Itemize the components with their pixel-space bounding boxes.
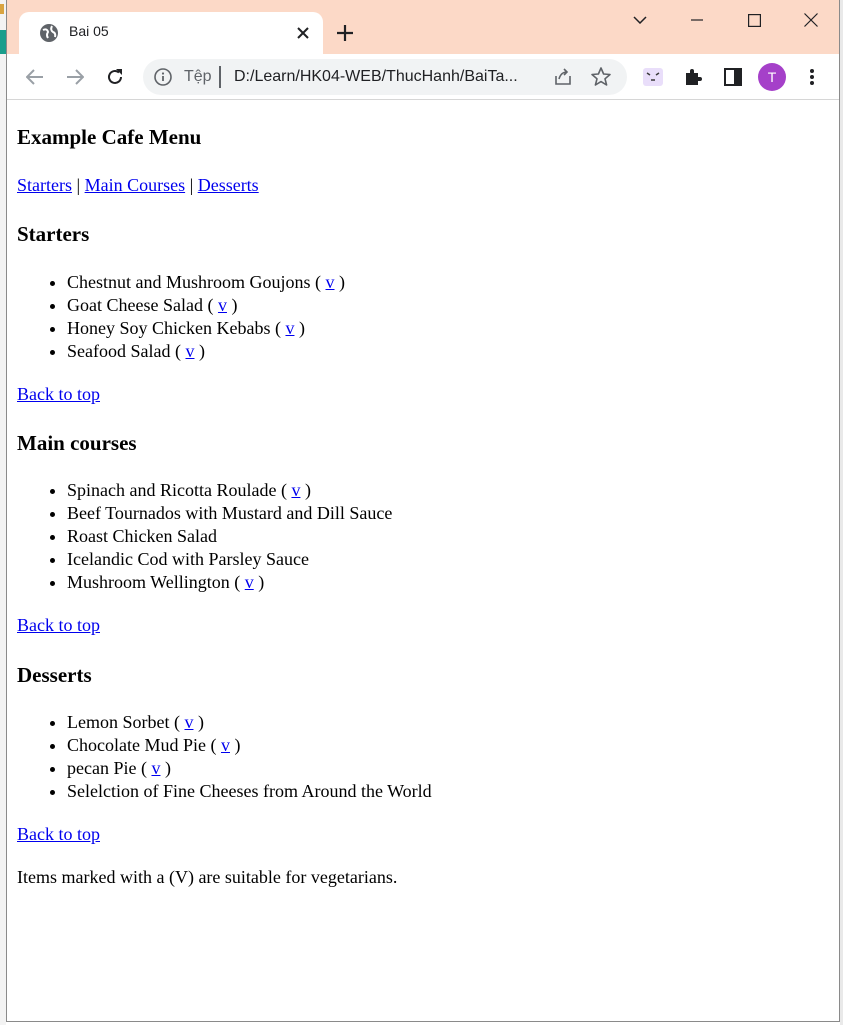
back-to-top-starters: Back to top	[17, 383, 100, 406]
vegetarian-link[interactable]: v	[291, 480, 300, 500]
back-to-top-desserts: Back to top	[17, 823, 100, 846]
menu-item: Goat Cheese Salad ( v )	[67, 294, 345, 317]
nav-link-desserts[interactable]: Desserts	[198, 175, 259, 195]
vegetarian-link[interactable]: v	[185, 341, 194, 361]
url-scheme-label: Tệp	[184, 68, 212, 85]
menu-item: pecan Pie ( v )	[67, 757, 432, 780]
back-button[interactable]	[21, 63, 49, 91]
menu-list-main-courses: Spinach and Ricotta Roulade ( v )Beef To…	[17, 479, 392, 594]
menu-item: Lemon Sorbet ( v )	[67, 711, 432, 734]
maximize-button[interactable]	[731, 6, 777, 34]
share-icon[interactable]	[552, 66, 574, 88]
nav-separator: |	[189, 175, 194, 195]
vegetarian-link[interactable]: v	[221, 735, 230, 755]
menu-item-name: Seafood Salad	[67, 341, 171, 361]
menu-item-name: Goat Cheese Salad	[67, 295, 203, 315]
forward-button[interactable]	[61, 63, 89, 91]
vegetarian-link[interactable]: v	[285, 318, 294, 338]
vegetarian-link[interactable]: v	[326, 272, 335, 292]
profile-avatar[interactable]: T	[758, 63, 786, 91]
close-window-button[interactable]	[788, 6, 834, 34]
extensions-puzzle-icon[interactable]	[679, 63, 707, 91]
back-to-top-link[interactable]: Back to top	[17, 615, 100, 635]
menu-item: Selelction of Fine Cheeses from Around t…	[67, 780, 432, 803]
nav-separator: |	[76, 175, 81, 195]
tab-search-icon[interactable]	[617, 6, 663, 34]
tab-strip: Bai 05	[7, 0, 839, 54]
vegetarian-link[interactable]: v	[218, 295, 227, 315]
more-menu-icon[interactable]	[798, 63, 826, 91]
menu-item-name: pecan Pie	[67, 758, 137, 778]
section-nav: Starters | Main Courses | Desserts	[17, 174, 259, 197]
info-icon[interactable]	[153, 67, 173, 87]
browser-toolbar: Tệp D:/Learn/HK04-WEB/ThucHanh/BaiTa... …	[7, 54, 839, 100]
url-separator	[219, 66, 221, 88]
vegetarian-link[interactable]: v	[184, 712, 193, 732]
menu-item: Honey Soy Chicken Kebabs ( v )	[67, 317, 345, 340]
back-to-top-link[interactable]: Back to top	[17, 384, 100, 404]
tab-active[interactable]: Bai 05	[19, 12, 323, 54]
section-heading-desserts: Desserts	[17, 663, 92, 687]
menu-item-name: Selelction of Fine Cheeses from Around t…	[67, 781, 432, 801]
page-title: Example Cafe Menu	[17, 125, 202, 149]
back-to-top-link[interactable]: Back to top	[17, 824, 100, 844]
menu-item-name: Icelandic Cod with Parsley Sauce	[67, 549, 309, 569]
menu-item: Seafood Salad ( v )	[67, 340, 345, 363]
globe-icon	[39, 23, 59, 43]
menu-item-name: Chestnut and Mushroom Goujons	[67, 272, 311, 292]
menu-item-name: Chocolate Mud Pie	[67, 735, 206, 755]
menu-item: Roast Chicken Salad	[67, 525, 392, 548]
side-panel-icon[interactable]	[719, 63, 747, 91]
page-content: Example Cafe Menu Starters | Main Course…	[7, 101, 839, 1021]
extension-face-icon[interactable]	[639, 63, 667, 91]
new-tab-button[interactable]	[331, 19, 359, 47]
menu-item: Beef Tournados with Mustard and Dill Sau…	[67, 502, 392, 525]
back-to-top-main: Back to top	[17, 614, 100, 637]
menu-item-name: Honey Soy Chicken Kebabs	[67, 318, 271, 338]
menu-item: Mushroom Wellington ( v )	[67, 571, 392, 594]
menu-item: Icelandic Cod with Parsley Sauce	[67, 548, 392, 571]
menu-item: Chestnut and Mushroom Goujons ( v )	[67, 271, 345, 294]
menu-item-name: Mushroom Wellington	[67, 572, 230, 592]
nav-link-main-courses[interactable]: Main Courses	[85, 175, 186, 195]
reload-button[interactable]	[101, 63, 129, 91]
nav-link-starters[interactable]: Starters	[17, 175, 72, 195]
section-heading-main-courses: Main courses	[17, 431, 137, 455]
vegetarian-link[interactable]: v	[245, 572, 254, 592]
menu-item-name: Spinach and Ricotta Roulade	[67, 480, 277, 500]
browser-window: Bai 05 Tệp D:/Learn/HK04-WEB/ThucHanh/Ba…	[6, 0, 840, 1022]
vegetarian-link[interactable]: v	[151, 758, 160, 778]
menu-list-desserts: Lemon Sorbet ( v )Chocolate Mud Pie ( v …	[17, 711, 432, 803]
minimize-button[interactable]	[674, 6, 720, 34]
menu-item-name: Roast Chicken Salad	[67, 526, 217, 546]
section-heading-starters: Starters	[17, 222, 90, 246]
tab-title: Bai 05	[69, 23, 109, 39]
vegetarian-footnote: Items marked with a (V) are suitable for…	[17, 867, 398, 887]
bookmark-star-icon[interactable]	[590, 66, 612, 88]
menu-list-starters: Chestnut and Mushroom Goujons ( v )Goat …	[17, 271, 345, 363]
menu-item: Spinach and Ricotta Roulade ( v )	[67, 479, 392, 502]
menu-item-name: Beef Tournados with Mustard and Dill Sau…	[67, 503, 393, 523]
menu-item: Chocolate Mud Pie ( v )	[67, 734, 432, 757]
desktop-edge-accent	[0, 4, 4, 14]
tab-close-icon[interactable]	[291, 21, 315, 45]
menu-item-name: Lemon Sorbet	[67, 712, 170, 732]
url-text[interactable]: D:/Learn/HK04-WEB/ThucHanh/BaiTa...	[234, 68, 544, 86]
address-bar[interactable]: Tệp D:/Learn/HK04-WEB/ThucHanh/BaiTa...	[143, 59, 627, 95]
